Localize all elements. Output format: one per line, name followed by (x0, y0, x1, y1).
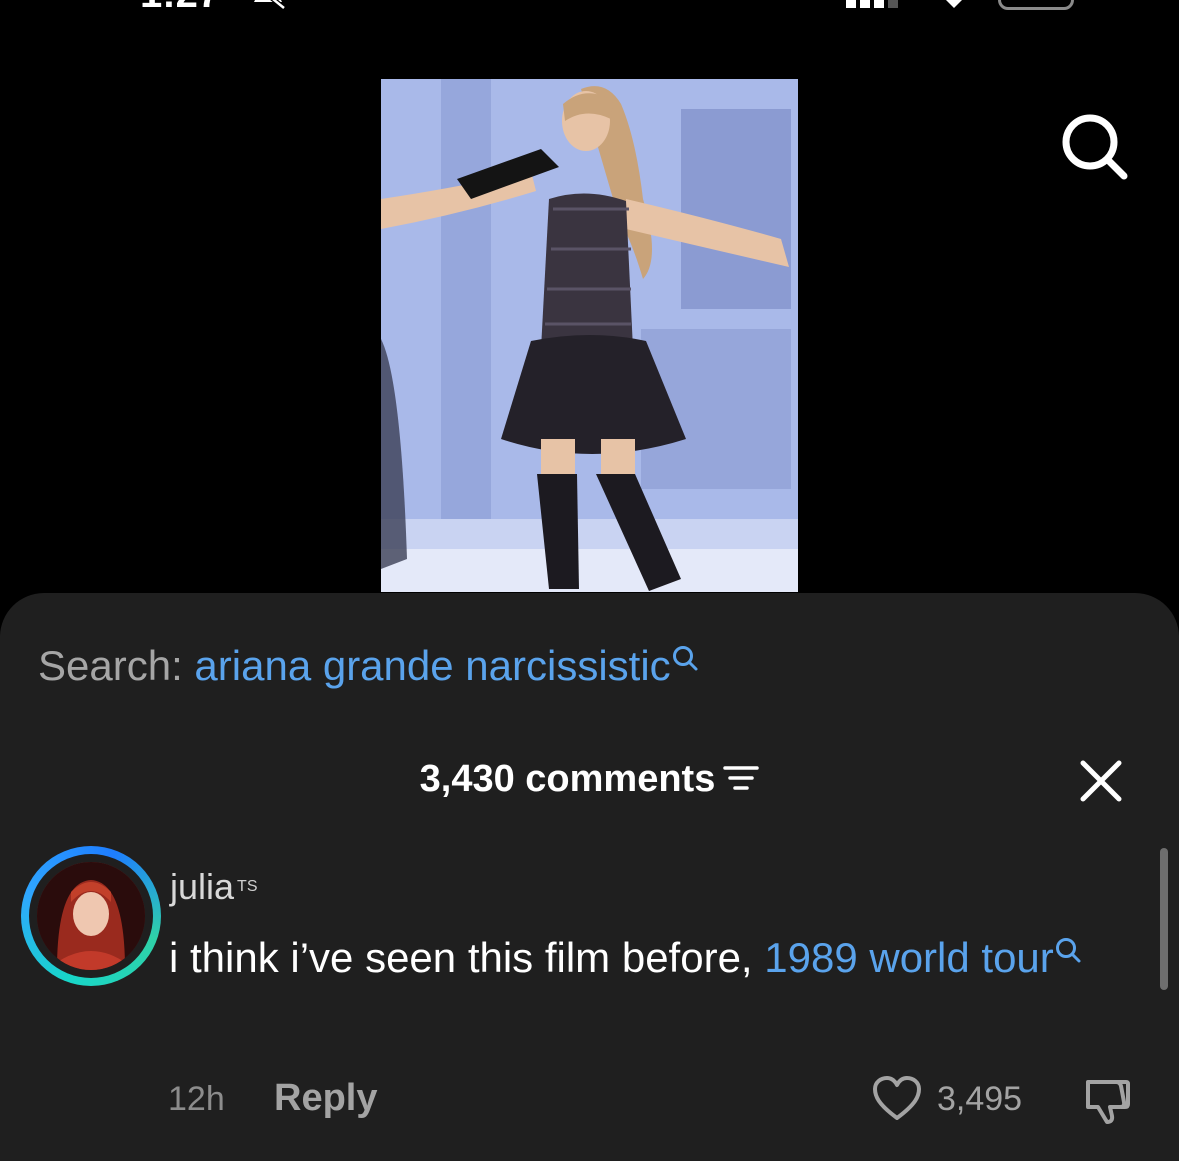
comment-body: i think i’ve seen this film before, 1989… (169, 926, 1129, 990)
video-image (381, 79, 798, 592)
search-icon (1055, 938, 1081, 963)
status-time: 1:27 (140, 0, 220, 14)
reply-button[interactable]: Reply (274, 1076, 377, 1120)
thumbs-down-icon[interactable] (1080, 1076, 1132, 1126)
search-icon (672, 646, 698, 671)
search-icon[interactable] (1060, 112, 1130, 182)
search-term-link[interactable]: ariana grande narcissistic (194, 642, 670, 689)
close-icon[interactable] (1078, 758, 1124, 804)
bell-slash-icon (254, 0, 286, 10)
signal-icon (846, 0, 898, 8)
comment-timestamp: 12h (168, 1080, 225, 1118)
wifi-icon (946, 0, 962, 8)
battery-icon (998, 0, 1074, 10)
scrollbar[interactable] (1160, 848, 1168, 990)
heart-icon[interactable] (872, 1076, 922, 1122)
avatar-image (37, 862, 145, 970)
video-thumbnail[interactable] (381, 79, 798, 592)
comment-username[interactable]: julia TS (170, 866, 258, 908)
comments-count: 3,430 comments (419, 758, 716, 800)
search-suggestion[interactable]: Search: ariana grande narcissistic (38, 642, 699, 690)
sort-icon[interactable] (723, 763, 760, 793)
user-badge: TS (237, 878, 258, 895)
comment-text: i think i’ve seen this film before, (169, 934, 765, 981)
comments-header: 3,430 comments (0, 756, 1179, 802)
search-prefix: Search: (38, 642, 183, 689)
status-bar: 1:27 (0, 0, 1179, 14)
avatar-frame (29, 854, 153, 978)
avatar[interactable] (21, 846, 161, 986)
username-text: julia (170, 866, 235, 907)
screen: 1:27 (0, 0, 1179, 1161)
comment-search-link[interactable]: 1989 world tour (764, 934, 1054, 981)
like-count: 3,495 (937, 1080, 1023, 1118)
